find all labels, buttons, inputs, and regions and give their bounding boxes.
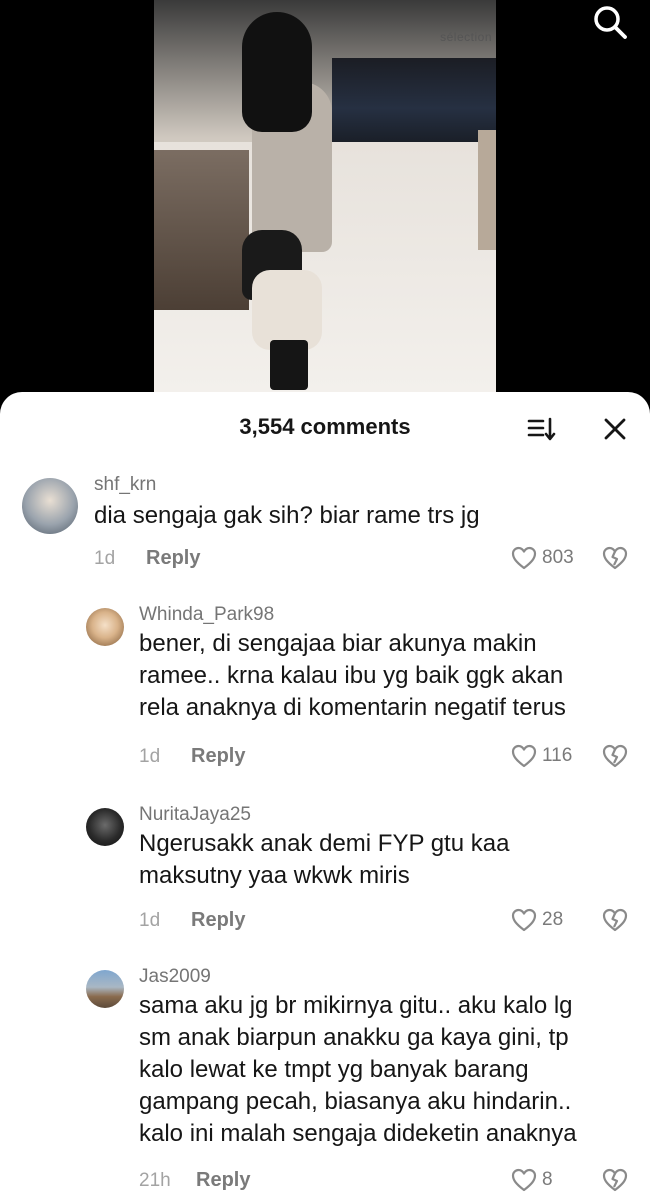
comment-text: dia sengaja gak sih? biar rame trs jg [94,502,480,529]
comment-item: shf_krn dia sengaja gak sih? biar rame t… [0,464,650,584]
like-button[interactable]: 116 [510,742,572,770]
heart-icon [511,744,537,768]
comment-text-line: rela anaknya di komentarin negatif terus [139,694,566,721]
like-button[interactable]: 8 [510,1166,553,1194]
comment-text-line: sama aku jg br mikirnya gitu.. aku kalo … [139,992,573,1019]
like-count: 28 [542,909,564,930]
comment-time: 1d [94,548,116,569]
comment-text-line: Ngerusakk anak demi FYP gtu kaa [139,830,510,857]
comment-username[interactable]: Jas2009 [139,966,211,988]
comment-username[interactable]: Whinda_Park98 [139,604,274,626]
comment-text-line: ramee.. krna kalau ibu yg baik ggk akan [139,662,564,689]
reply-button[interactable]: Reply [191,909,245,932]
video-store-shelves [332,58,496,142]
heart-icon [511,546,537,570]
search-icon[interactable] [592,4,628,40]
reply-comment-item: Whinda_Park98 bener, di sengajaa biar ak… [0,598,650,788]
dislike-icon[interactable] [601,906,629,934]
dislike-icon[interactable] [601,742,629,770]
video-counter-right [478,130,496,250]
dislike-icon[interactable] [601,544,629,572]
comments-sheet: 3,554 comments shf_krn dia sengaja gak s… [0,392,650,1200]
dislike-icon[interactable] [601,1166,629,1194]
reply-button[interactable]: Reply [146,547,200,570]
comment-username[interactable]: shf_krn [94,474,156,496]
comments-header: 3,554 comments [0,392,650,464]
comment-text-line: bener, di sengajaa biar akunya makin [139,630,537,657]
comment-text: sama aku jg br mikirnya gitu.. aku kalo … [139,990,577,1150]
avatar[interactable] [86,608,124,646]
like-count: 116 [542,745,573,766]
heart-icon [511,1168,537,1192]
comment-username[interactable]: NuritaJaya25 [139,804,251,826]
comment-text-line: kalo ini malah sengaja dideketin anaknya [139,1120,577,1147]
reply-button[interactable]: Reply [191,745,245,768]
avatar[interactable] [86,808,124,846]
comment-text: bener, di sengajaa biar akunya makin ram… [139,628,566,724]
like-button[interactable]: 803 [510,544,574,572]
comment-time: 21h [139,1170,171,1191]
close-icon[interactable] [600,414,630,444]
comment-time: 1d [139,746,161,767]
comment-text-line: gampang pecah, biasanya aku hindarin.. [139,1088,572,1115]
sort-icon[interactable] [526,414,556,444]
comment-text-line: sm anak biarpun anakku ga kaya gini, tp [139,1024,569,1051]
video-child [242,230,332,390]
comment-text: Ngerusakk anak demi FYP gtu kaa maksutny… [139,828,509,892]
video-frame[interactable]: sélection [154,0,496,392]
reply-comment-item: NuritaJaya25 Ngerusakk anak demi FYP gtu… [0,798,650,948]
heart-icon [511,908,537,932]
video-player[interactable]: sélection [0,0,650,400]
reply-button[interactable]: Reply [196,1169,250,1192]
reply-comment-item: Jas2009 sama aku jg br mikirnya gitu.. a… [0,960,650,1200]
comment-text-line: maksutny yaa wkwk miris [139,862,410,889]
avatar[interactable] [86,970,124,1008]
like-button[interactable]: 28 [510,906,563,934]
comment-text-line: kalo lewat ke tmpt yg banyak barang [139,1056,529,1083]
video-store-sign: sélection [440,30,492,44]
like-count: 803 [542,547,574,568]
comment-time: 1d [139,910,161,931]
like-count: 8 [542,1169,553,1190]
avatar[interactable] [22,478,78,534]
